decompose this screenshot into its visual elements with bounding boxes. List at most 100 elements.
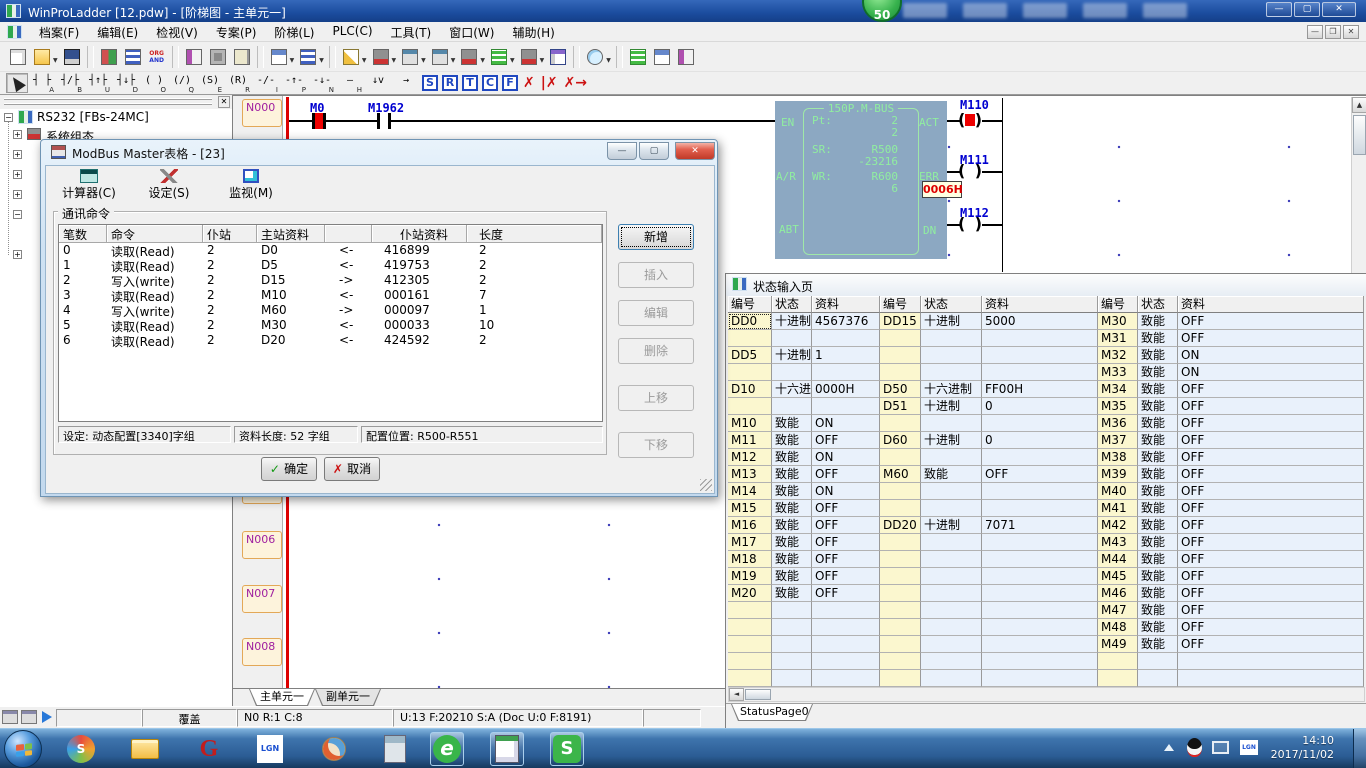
status-cell[interactable]: M30 — [1098, 313, 1138, 330]
status-cell[interactable] — [921, 364, 982, 381]
modbus-table-row[interactable]: 1读取(Read)2D5<-4197532 — [59, 258, 602, 273]
monitor-a-button[interactable] — [399, 46, 421, 68]
status-cell[interactable]: 致能 — [1138, 568, 1178, 585]
menu-item-8[interactable]: 辅助(H) — [503, 22, 563, 42]
status-cell[interactable]: 0000H — [812, 381, 880, 398]
status-cell[interactable]: M12 — [728, 449, 772, 466]
status-cell[interactable]: 致能 — [772, 449, 812, 466]
taskbar-browser-active[interactable]: e — [430, 732, 464, 766]
status-horizontal-scrollbar[interactable]: ◄ — [728, 687, 1365, 702]
menu-item-7[interactable]: 窗口(W) — [440, 22, 503, 42]
status-cell[interactable]: M31 — [1098, 330, 1138, 347]
status-cell[interactable]: 致能 — [1138, 415, 1178, 432]
status-cell[interactable]: M40 — [1098, 483, 1138, 500]
status-cell[interactable]: M60 — [880, 466, 921, 483]
status-cell[interactable]: M33 — [1098, 364, 1138, 381]
status-cell[interactable]: ON — [1178, 364, 1364, 381]
ladder-tool-U[interactable]: ┤↑├U — [85, 73, 111, 93]
delete-element-button[interactable]: ✗ — [523, 75, 535, 91]
status-cell[interactable]: 十六进制 — [921, 381, 982, 398]
org-and-button[interactable]: ORGAND — [146, 46, 168, 68]
ladder-tool-13[interactable]: → — [393, 73, 419, 93]
status-cell[interactable]: 十进制 — [921, 398, 982, 415]
status-cell[interactable] — [921, 415, 982, 432]
tree-item-rs232[interactable]: RS232 [FBs-24MC] — [37, 110, 149, 124]
status-cell[interactable] — [921, 619, 982, 636]
start-button[interactable] — [4, 730, 42, 768]
status-cell[interactable] — [880, 415, 921, 432]
rom-pack-button[interactable] — [207, 46, 229, 68]
modbus-table-row[interactable]: 5读取(Read)2M30<-00003310 — [59, 318, 602, 333]
status-list-button[interactable] — [488, 46, 510, 68]
table-edit-button[interactable] — [547, 46, 569, 68]
menu-item-1[interactable]: 编辑(E) — [88, 22, 147, 42]
status-cell[interactable]: 7071 — [982, 517, 1098, 534]
ladder-tool-P[interactable]: -↑-P — [281, 73, 307, 93]
cancel-button[interactable]: ✗ 取消 — [324, 457, 380, 481]
status-cell[interactable] — [772, 330, 812, 347]
status-cell[interactable] — [982, 670, 1098, 687]
network-label[interactable]: N007 — [242, 585, 282, 613]
modbus-master-button[interactable] — [518, 46, 540, 68]
status-cell[interactable] — [982, 364, 1098, 381]
tab-sub-unit[interactable]: 副单元一 — [315, 689, 381, 706]
dropdown-caret-icon[interactable]: ▼ — [362, 57, 367, 64]
taskbar-s-app-active[interactable]: S — [550, 732, 584, 766]
status-cell[interactable]: 5000 — [982, 313, 1098, 330]
tree-expand-item[interactable]: − — [13, 210, 22, 219]
taskbar-winproladder-active[interactable] — [490, 732, 524, 766]
status-cell[interactable] — [880, 619, 921, 636]
status-cell[interactable]: M10 — [728, 415, 772, 432]
tree-expand-item[interactable]: + — [13, 170, 22, 179]
status-cell[interactable]: OFF — [1178, 500, 1364, 517]
function-tool-S[interactable]: S — [422, 75, 438, 91]
ladder-vertical-scrollbar[interactable]: ▲ — [1351, 97, 1366, 274]
tree-panel-header[interactable]: ✕ — [0, 95, 232, 109]
dropdown-caret-icon[interactable]: ▼ — [392, 57, 397, 64]
status-cell[interactable]: 十进制 — [772, 313, 812, 330]
status-cell[interactable]: M13 — [728, 466, 772, 483]
status-cell[interactable]: 致能 — [1138, 364, 1178, 381]
status-cell[interactable]: OFF — [812, 551, 880, 568]
status-cell[interactable]: D50 — [880, 381, 921, 398]
dialog-maximize-button[interactable]: ▢ — [639, 142, 669, 160]
status-cell[interactable]: M41 — [1098, 500, 1138, 517]
status-cell[interactable]: M19 — [728, 568, 772, 585]
tree-expand-sysconfig[interactable]: + — [13, 130, 22, 139]
dropdown-caret-icon[interactable]: ▼ — [480, 57, 485, 64]
taskbar-clock[interactable]: 14:10 2017/11/02 — [1271, 734, 1334, 762]
status-cell[interactable] — [921, 347, 982, 364]
status-cell[interactable]: ON — [812, 449, 880, 466]
status-cell[interactable]: 致能 — [1138, 500, 1178, 517]
menu-item-5[interactable]: PLC(C) — [323, 22, 381, 42]
tree-expand-item[interactable]: + — [13, 190, 22, 199]
online-button[interactable] — [370, 46, 392, 68]
ladder-tool-N[interactable]: -↓-N — [309, 73, 335, 93]
status-cell[interactable] — [812, 636, 880, 653]
project-window-button[interactable] — [98, 46, 120, 68]
status-cell[interactable]: 致能 — [772, 466, 812, 483]
ladder-tool-A[interactable]: ┤ ├A — [29, 73, 55, 93]
status-cell[interactable] — [728, 619, 772, 636]
status-cell[interactable] — [921, 500, 982, 517]
status-cell[interactable]: OFF — [1178, 381, 1364, 398]
status-cell[interactable] — [880, 330, 921, 347]
status-cell[interactable] — [921, 585, 982, 602]
side-button-1[interactable]: 插入 — [618, 262, 694, 288]
status-cell[interactable] — [921, 568, 982, 585]
status-cell[interactable] — [921, 670, 982, 687]
function-block-150p-mbus[interactable]: 150P.M-BUS EN A/R ABT ACT ERR DN Pt:22SR… — [775, 101, 947, 259]
status-cell[interactable]: OFF — [1178, 398, 1364, 415]
status-cell[interactable] — [812, 670, 880, 687]
status-cell[interactable]: M39 — [1098, 466, 1138, 483]
status-cell[interactable] — [772, 653, 812, 670]
mdi-minimize-button[interactable]: — — [1307, 25, 1323, 39]
menu-item-6[interactable]: 工具(T) — [382, 22, 441, 42]
status-cell[interactable] — [728, 364, 772, 381]
status-cell[interactable]: OFF — [1178, 313, 1364, 330]
status-cell[interactable]: OFF — [1178, 551, 1364, 568]
run-icon[interactable] — [42, 711, 52, 723]
status-cell[interactable]: OFF — [812, 500, 880, 517]
status-cell[interactable] — [728, 653, 772, 670]
network-label[interactable]: N008 — [242, 638, 282, 666]
